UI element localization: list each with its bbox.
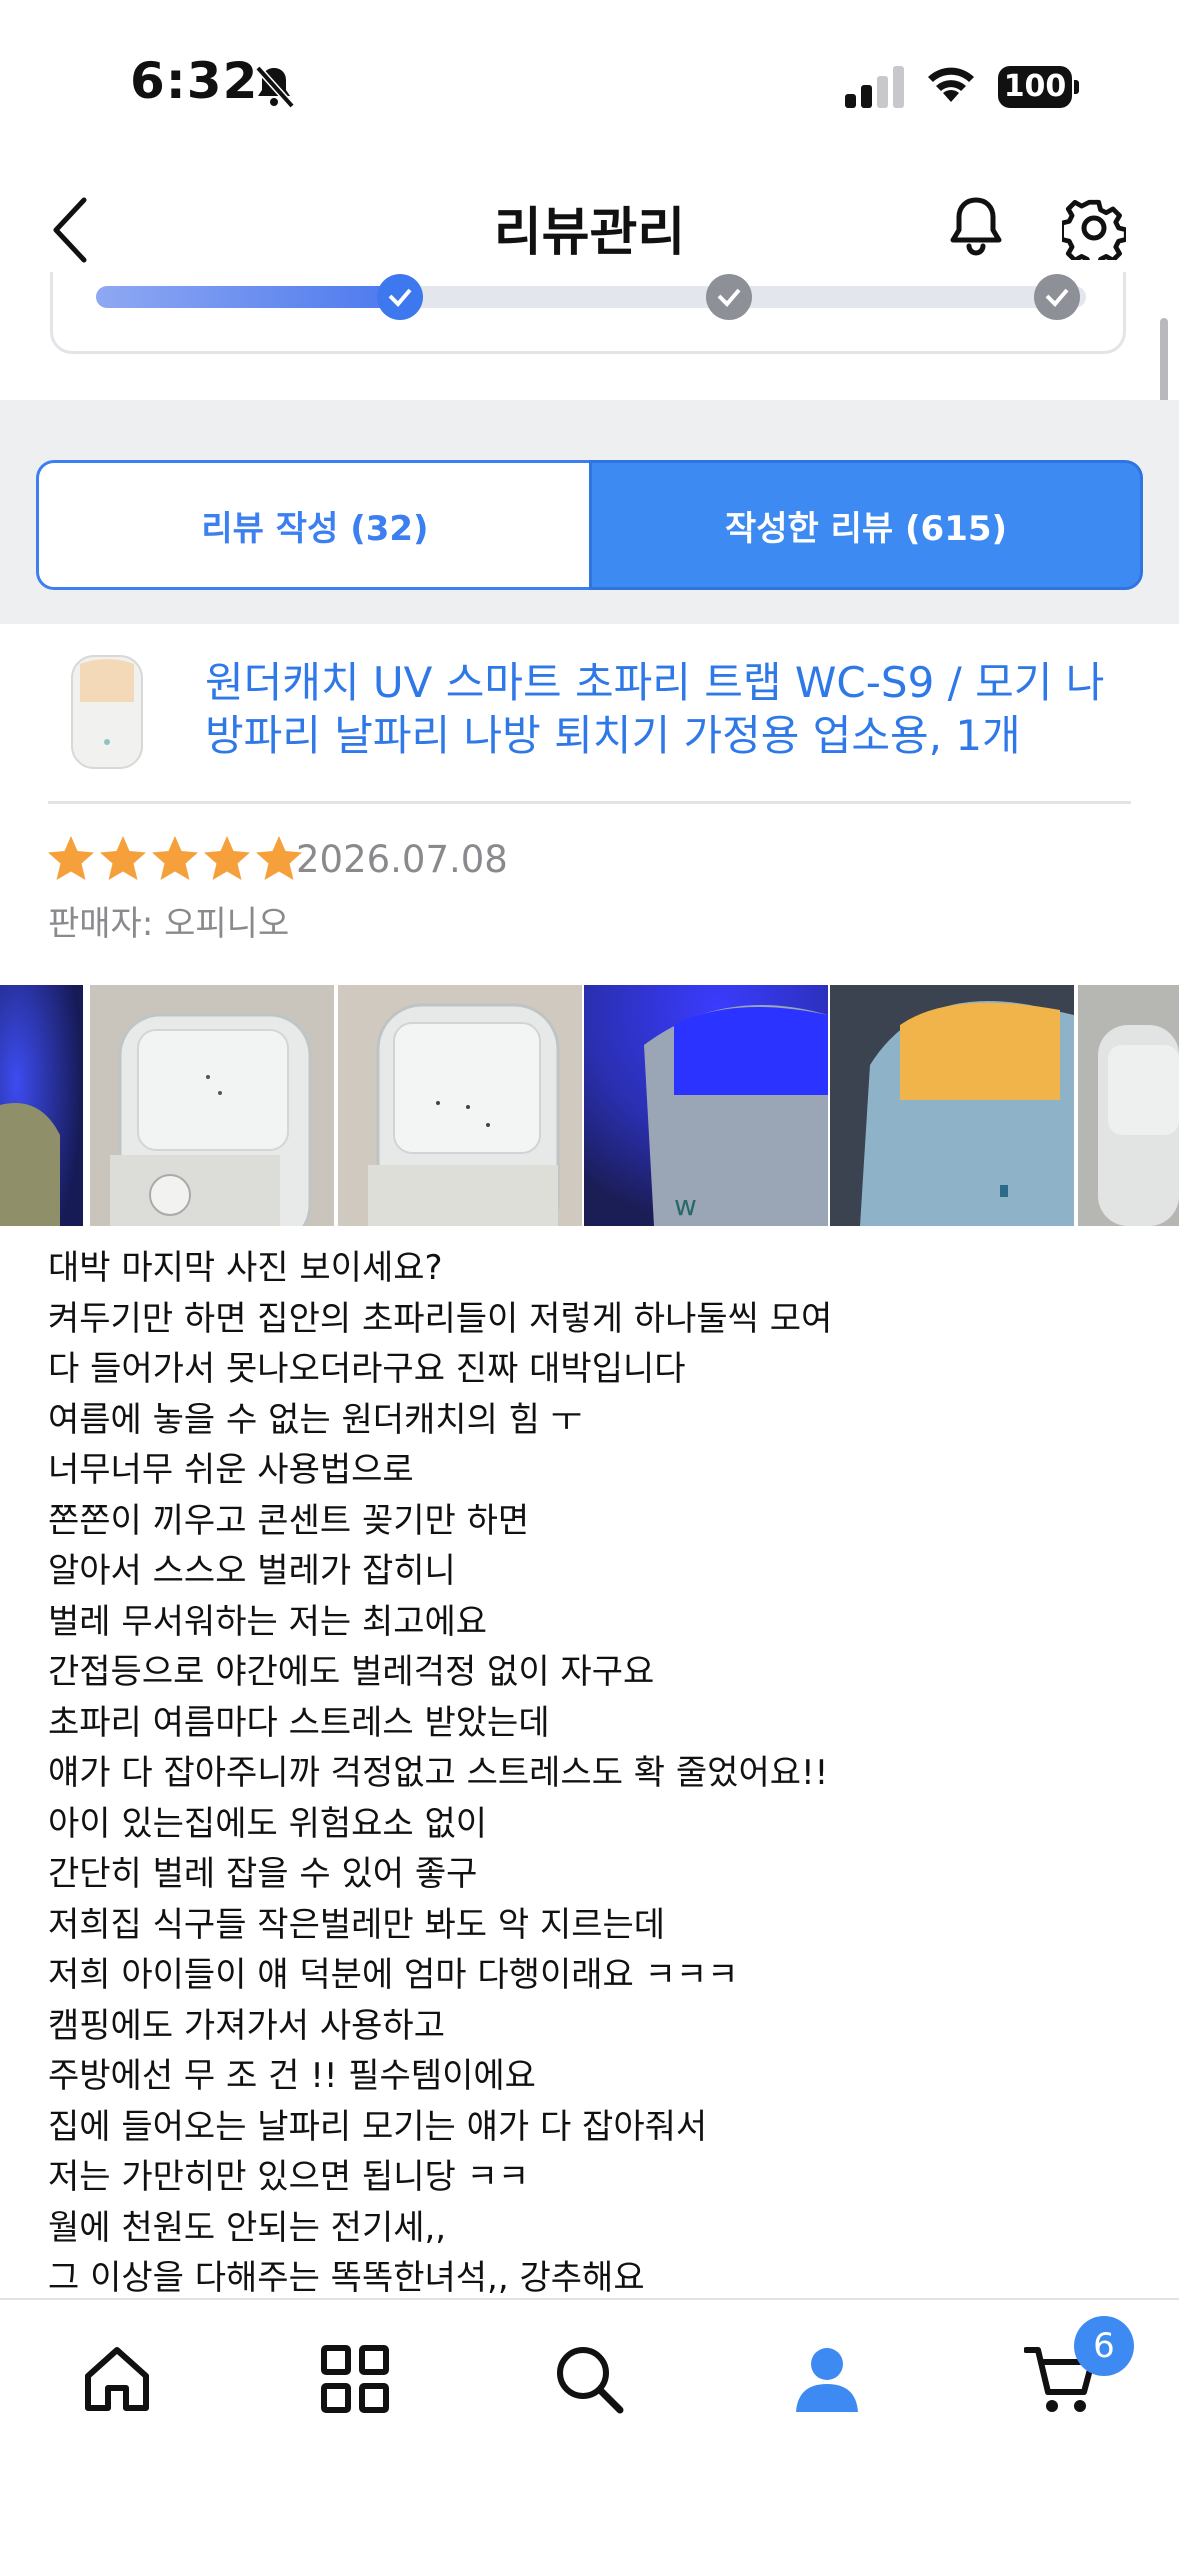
bottom-tab-bar [0,2298,1179,2558]
review-text-line: 여름에 놓을 수 없는 원더캐치의 힘 ㅜ [48,1399,583,1440]
progress-step-check-icon [706,274,752,320]
review-progress-card [50,272,1126,354]
settings-button[interactable] [1059,196,1129,270]
tab-write-review[interactable]: 리뷰 작성 (32) [36,460,591,590]
review-text-line: 집에 들어오는 날파리 모기는 얘가 다 잡아줘서 [48,2106,708,2147]
seller-name: 판매자: 오피니오 [48,904,290,944]
notification-button[interactable] [944,194,1008,262]
review-text-line: 초파리 여름마다 스트레스 받았는데 [48,1702,550,1743]
tab-written-reviews[interactable]: 작성한 리뷰 (615) [589,460,1143,590]
review-photo[interactable] [90,985,334,1226]
search-icon[interactable] [552,2342,626,2416]
review-text-line: 벌레 무서워하는 저는 최고에요 [48,1601,488,1642]
battery-level: 100 [998,66,1072,108]
review-text-line: 월에 천원도 안되는 전기세,, [48,2207,447,2248]
star-icon [100,836,146,880]
review-text-line: 다 들어가서 못나오더라구요 진짜 대박입니다 [48,1349,686,1389]
cellular-signal-icon [845,66,907,108]
review-photo[interactable] [830,985,1074,1226]
review-text-line: 저희 아이들이 얘 덕분에 엄마 다행이래요 ㅋㅋㅋ [48,1955,739,1995]
review-text-line: 그 이상을 다해주는 똑똑한녀석,, 강추해요 [48,2258,645,2298]
star-icon [204,836,250,880]
review-text-line: 켜두기만 하면 집안의 초파리들이 저렇게 하나둘씩 모여 [48,1298,833,1339]
review-text-line: 알아서 스스오 벌레가 잡히니 [48,1551,456,1591]
svg-text:w: w [674,1189,697,1222]
status-time: 6:32 [130,52,259,110]
review-photo[interactable] [1078,985,1179,1226]
home-icon[interactable] [80,2342,154,2416]
review-text-line: 저는 가만히만 있으면 됩니당 ㅋㅋ [48,2157,530,2197]
review-photo[interactable] [338,985,582,1226]
account-icon[interactable] [790,2342,864,2416]
review-text-line: 간단히 벌레 잡을 수 있어 좋구 [48,1854,478,1894]
progress-step-check-icon [1034,274,1080,320]
divider [48,801,1131,804]
progress-fill [96,286,401,308]
category-grid-icon[interactable] [318,2342,392,2416]
review-body: 대박 마지막 사진 보이세요? 켜두기만 하면 집안의 초파리들이 저렇게 하나둘… [48,1243,1148,2304]
star-icon [48,836,94,880]
review-text-line: 쫀쫀이 끼우고 콘센트 꽂기만 하면 [48,1500,530,1541]
review-text-line: 캠핑에도 가져가서 사용하고 [48,2005,445,2046]
review-photo[interactable] [0,985,83,1226]
rating-stars [46,834,304,886]
review-date: 2026.07.08 [296,838,508,881]
bell-icon [950,197,1002,256]
star-icon [152,836,198,880]
review-text-line: 얘가 다 잡아주니까 걱정없고 스트레스도 확 줄었어요!! [48,1753,829,1793]
wifi-icon [925,62,977,106]
review-text-line: 저희집 식구들 작은벌레만 봐도 악 지르는데 [48,1904,666,1945]
battery-indicator: 100 [998,66,1080,110]
review-text-line: 아이 있는집에도 위험요소 없이 [48,1803,488,1844]
review-text-line: 너무너무 쉬운 사용법으로 [48,1450,414,1490]
silent-mode-icon [250,62,298,110]
progress-step-check-icon [377,274,423,320]
product-thumbnail[interactable] [62,650,152,774]
review-text-line: 주방에선 무 조 건 !! 필수템이에요 [48,2056,536,2096]
review-text-line: 간접등으로 야간에도 벌레걱정 없이 자구요 [48,1652,655,1692]
cart-count-badge: 6 [1074,2316,1134,2376]
product-name-link[interactable]: 원더캐치 UV 스마트 초파리 트랩 WC-S9 / 모기 나방파리 날파리 나… [205,656,1125,762]
review-photo[interactable]: w [584,985,828,1226]
review-text-line: 대박 마지막 사진 보이세요? [48,1248,443,1288]
gear-icon [1059,199,1129,270]
